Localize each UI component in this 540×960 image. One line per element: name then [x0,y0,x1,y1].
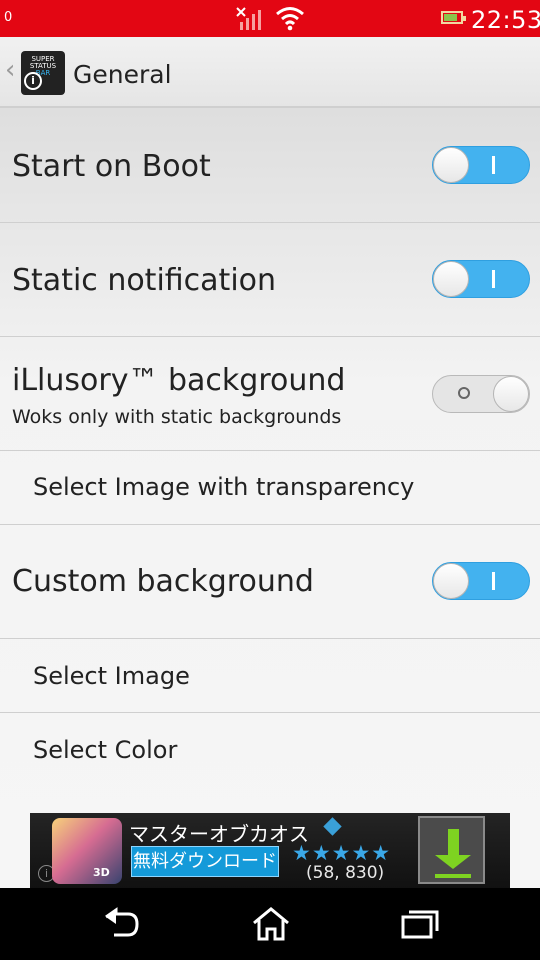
settings-list: Start on Boot Static notification iLluso… [0,108,540,888]
action-bar: ‹ SUPER STATUS BAR i General [0,37,540,108]
battery-icon [441,11,466,24]
ad-rating-stars: ★★★★★ [292,841,392,865]
download-icon[interactable] [418,816,485,884]
back-icon[interactable] [102,906,142,942]
navigation-bar [0,888,540,960]
illusory-background-toggle[interactable] [432,375,530,413]
verified-icon [323,817,342,836]
recent-apps-icon[interactable] [400,906,440,942]
ad-download-button[interactable]: 無料ダウンロード [131,846,279,877]
app-icon[interactable]: SUPER STATUS BAR i [21,51,65,95]
select-image-transparency-row[interactable]: Select Image with transparency [0,451,540,525]
ad-rating-count: (58, 830) [306,863,385,883]
static-notification-toggle[interactable] [432,260,530,298]
info-icon: i [24,72,42,90]
illusory-background-row[interactable]: iLlusory™ background Woks only with stat… [0,337,540,451]
start-on-boot-label: Start on Boot [12,149,211,184]
select-image-transparency-label: Select Image with transparency [33,473,415,501]
select-image-label: Select Image [33,662,190,690]
start-on-boot-toggle[interactable] [432,146,530,184]
ad-game-image [52,818,122,884]
select-color-row[interactable]: Select Color [0,713,540,787]
up-chevron-icon[interactable]: ‹ [5,55,15,85]
illusory-background-label: iLlusory™ background [12,363,346,398]
ad-banner[interactable]: i 3D マスターオブカオス 無料ダウンロード ★★★★★ (58, 830) [30,813,510,888]
illusory-background-subtitle: Woks only with static backgrounds [12,406,342,428]
ad-3d-badge: 3D [93,866,110,879]
status-left-text: 0 [4,10,13,25]
custom-background-row[interactable]: Custom background [0,525,540,639]
toggle-on-mark [492,572,495,590]
clock: 22:53 [471,6,540,34]
download-arrow-shaft [448,829,459,856]
toggle-knob [433,147,469,183]
page-title: General [73,60,172,89]
toggle-knob [493,376,529,412]
start-on-boot-row[interactable]: Start on Boot [0,108,540,223]
select-color-label: Select Color [33,736,178,764]
download-arrow-head [435,855,471,869]
toggle-on-mark [492,156,495,174]
download-arrow-base [435,874,471,878]
static-notification-label: Static notification [12,263,277,298]
home-icon[interactable] [251,906,291,942]
ad-title: マスターオブカオス [129,822,309,846]
toggle-knob [433,563,469,599]
toggle-on-mark [492,270,495,288]
wifi-icon [275,5,305,31]
custom-background-toggle[interactable] [432,562,530,600]
status-bar: 0 22:53 [0,0,540,37]
toggle-knob [433,261,469,297]
signal-no-data-icon [236,7,266,31]
select-image-row[interactable]: Select Image [0,639,540,713]
battery-level [444,14,457,21]
toggle-off-mark [458,387,470,399]
custom-background-label: Custom background [12,564,314,599]
static-notification-row[interactable]: Static notification [0,223,540,337]
